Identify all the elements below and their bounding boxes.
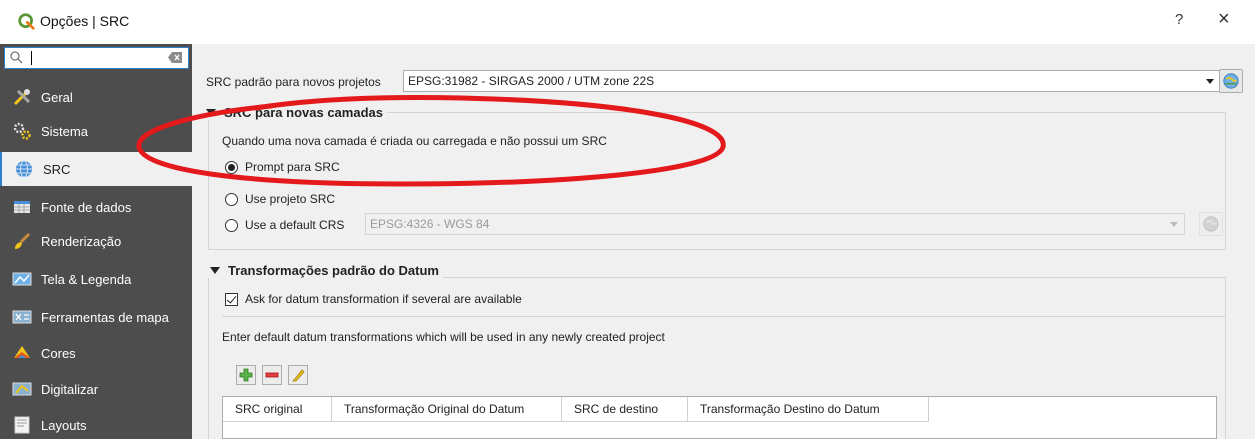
radio-prompt-crs-label[interactable]: Prompt para SRC xyxy=(245,160,340,174)
colors-icon xyxy=(11,343,33,363)
sidebar-item-label: Fonte de dados xyxy=(41,199,132,215)
chevron-down-icon xyxy=(1206,79,1214,84)
default-crs-for-layers-combobox[interactable]: EPSG:4326 - WGS 84 xyxy=(365,213,1185,235)
sidebar-item-src[interactable]: SRC xyxy=(0,152,192,186)
tools-icon xyxy=(11,87,33,107)
sidebar-item-cores[interactable]: Cores xyxy=(0,336,192,370)
sidebar-item-renderizacao[interactable]: Renderização xyxy=(0,224,192,258)
plus-icon xyxy=(239,368,253,382)
default-crs-value: EPSG:31982 - SIRGAS 2000 / UTM zone 22S xyxy=(408,74,655,88)
datum-description: Enter default datum transformations whic… xyxy=(222,330,665,344)
sidebar-item-geral[interactable]: Geral xyxy=(0,80,192,114)
radio-use-default-crs[interactable] xyxy=(225,219,238,232)
sidebar-item-label: Cores xyxy=(41,345,76,361)
layout-icon xyxy=(11,415,33,435)
sidebar-item-label: Sistema xyxy=(41,123,88,139)
collapse-triangle-icon xyxy=(206,109,216,116)
select-layer-crs-button[interactable] xyxy=(1199,212,1223,236)
sidebar-item-label: Renderização xyxy=(41,233,122,249)
pencil-icon xyxy=(292,369,305,382)
separator xyxy=(222,316,1225,317)
datum-transformations-table[interactable]: SRC original Transformação Original do D… xyxy=(222,396,1217,439)
brush-icon xyxy=(11,231,33,251)
default-crs-label: SRC padrão para novos projetos xyxy=(206,75,381,89)
sidebar-item-label: Geral xyxy=(41,89,73,105)
radio-use-project-crs[interactable] xyxy=(225,193,238,206)
remove-transformation-button[interactable] xyxy=(262,365,282,385)
options-panel: SRC padrão para novos projetos EPSG:3198… xyxy=(192,44,1255,439)
table-icon xyxy=(11,197,33,217)
map-tools-icon xyxy=(11,307,33,327)
minus-icon xyxy=(265,372,279,378)
column-header-transformacao-original[interactable]: Transformação Original do Datum xyxy=(332,397,562,422)
sidebar-item-sistema[interactable]: Sistema xyxy=(0,114,192,148)
chevron-down-icon xyxy=(1170,222,1178,227)
sidebar-item-tela-legenda[interactable]: Tela & Legenda xyxy=(0,262,192,296)
qgis-logo-icon xyxy=(18,13,35,30)
help-button[interactable]: ? xyxy=(1175,11,1183,28)
globe-icon xyxy=(13,159,35,179)
new-layers-description: Quando uma nova camada é criada ou carre… xyxy=(222,134,607,148)
ask-datum-checkbox[interactable] xyxy=(225,293,238,306)
radio-prompt-crs[interactable] xyxy=(225,161,238,174)
sidebar-item-ferramentas-de-mapa[interactable]: Ferramentas de mapa xyxy=(0,300,192,334)
datum-group-header[interactable]: Transformações padrão do Datum xyxy=(206,263,443,278)
edit-transformation-button[interactable] xyxy=(288,365,308,385)
ask-datum-checkbox-label[interactable]: Ask for datum transformation if several … xyxy=(245,292,522,306)
default-crs-for-layers-value: EPSG:4326 - WGS 84 xyxy=(370,217,490,231)
radio-use-project-crs-label[interactable]: Use projeto SRC xyxy=(245,192,335,206)
select-crs-button[interactable] xyxy=(1219,69,1243,93)
collapse-triangle-icon xyxy=(210,267,220,274)
close-button[interactable]: × xyxy=(1218,8,1230,31)
sidebar-item-label: SRC xyxy=(43,161,71,177)
digitize-icon xyxy=(11,379,33,399)
crs-globe-icon xyxy=(1223,73,1239,89)
gears-icon xyxy=(11,121,33,141)
sidebar-item-label: Tela & Legenda xyxy=(41,271,132,287)
title-bar: Opções | SRC ? × xyxy=(0,0,1255,44)
column-header-src-original[interactable]: SRC original xyxy=(223,397,332,422)
sidebar-item-fonte-de-dados[interactable]: Fonte de dados xyxy=(0,190,192,224)
sidebar-item-digitalizar[interactable]: Digitalizar xyxy=(0,372,192,406)
crs-globe-icon xyxy=(1203,216,1219,232)
radio-use-default-crs-label[interactable]: Use a default CRS xyxy=(245,218,344,232)
sidebar-item-label: Digitalizar xyxy=(41,381,99,397)
clear-search-icon[interactable] xyxy=(168,52,182,63)
add-transformation-button[interactable] xyxy=(236,365,256,385)
sidebar-item-label: Layouts xyxy=(41,417,87,433)
new-layers-group-header[interactable]: SRC para novas camadas xyxy=(202,105,387,120)
column-header-src-destino[interactable]: SRC de destino xyxy=(562,397,688,422)
window-title: Opções | SRC xyxy=(40,13,130,29)
options-sidebar: Geral Sistema SRC Fonte de dados Renderi… xyxy=(0,44,192,439)
new-layers-group-title: SRC para novas camadas xyxy=(224,105,383,120)
default-crs-combobox[interactable]: EPSG:31982 - SIRGAS 2000 / UTM zone 22S xyxy=(403,70,1221,92)
sidebar-item-layouts[interactable]: Layouts xyxy=(0,408,192,439)
map-canvas-icon xyxy=(11,269,33,289)
text-cursor xyxy=(31,51,32,65)
search-input[interactable] xyxy=(4,47,189,69)
sidebar-item-label: Ferramentas de mapa xyxy=(41,309,169,325)
datum-group-title: Transformações padrão do Datum xyxy=(228,263,439,278)
column-header-transformacao-destino[interactable]: Transformação Destino do Datum xyxy=(688,397,929,422)
search-icon xyxy=(10,51,23,64)
